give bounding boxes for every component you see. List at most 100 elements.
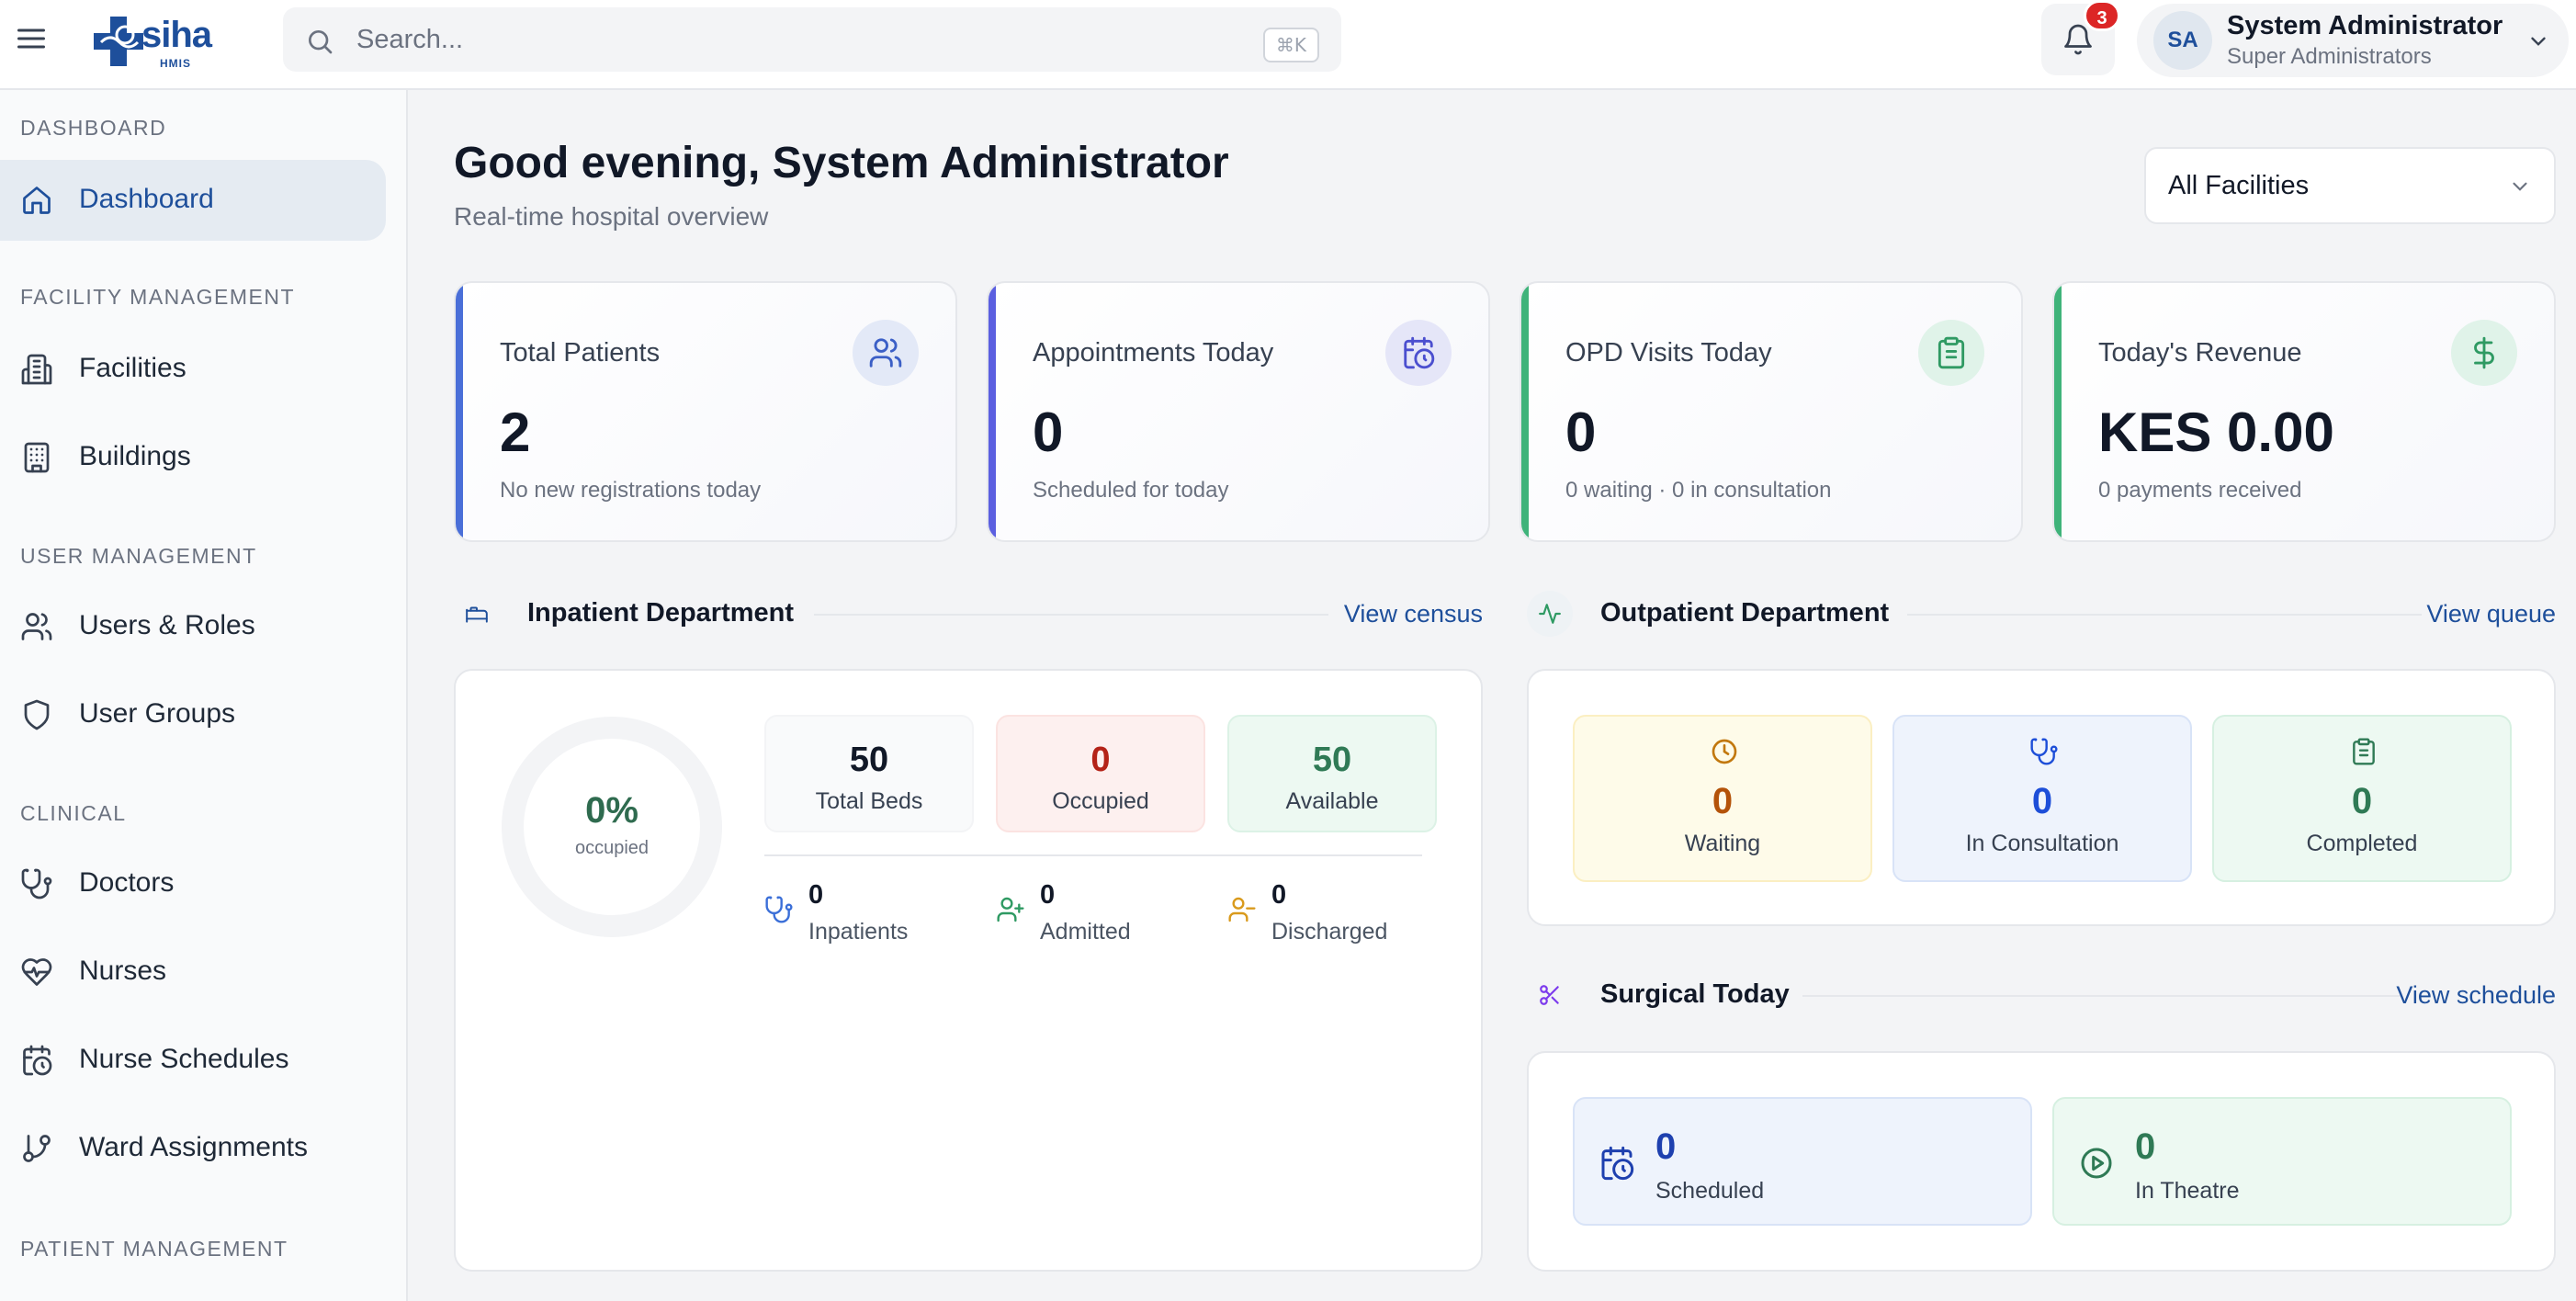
calendar-clock-icon (20, 1044, 53, 1077)
stat-label: Appointments Today (1033, 338, 1274, 368)
app-logo[interactable]: siha HMIS (92, 11, 220, 70)
chevron-down-icon (2526, 29, 2550, 53)
user-menu[interactable]: SA System Administrator Super Administra… (2137, 4, 2569, 77)
sidebar-section-patient: PATIENT MANAGEMENT (20, 1237, 288, 1261)
sidebar-item-label: Doctors (79, 867, 175, 898)
sidebar-item-buildings[interactable]: Buildings (0, 417, 386, 498)
logo-subtext: HMIS (160, 57, 191, 70)
stat-value: 0 (1271, 880, 1287, 910)
sidebar-item-users-roles[interactable]: Users & Roles (0, 586, 386, 667)
in-theatre-box[interactable]: 0 In Theatre (2052, 1097, 2512, 1226)
in-theatre-value: 0 (2135, 1126, 2156, 1167)
stat-subtext: Scheduled for today (1033, 478, 1229, 503)
search-bar[interactable]: ⌘K (283, 7, 1341, 72)
stat-card-total-patients[interactable]: Total Patients 2 No new registrations to… (454, 281, 957, 542)
occupied-beds-box: 0 Occupied (996, 715, 1205, 832)
bed-label: Total Beds (815, 788, 923, 814)
facility-filter-value: All Facilities (2168, 171, 2310, 200)
waiting-value: 0 (1712, 781, 1734, 821)
user-minus-icon (1227, 895, 1257, 924)
menu-icon[interactable] (15, 22, 48, 55)
sidebar-item-label: Ward Assignments (79, 1132, 308, 1162)
building-icon (20, 353, 53, 386)
section-title: Inpatient Department (527, 598, 795, 628)
section-title: Outpatient Department (1600, 598, 1890, 628)
top-bar: siha HMIS ⌘K 3 SA System Administrator S… (0, 0, 2576, 90)
sidebar: DASHBOARD Dashboard FACILITY MANAGEMENT … (0, 90, 408, 1301)
sidebar-item-doctors[interactable]: Doctors (0, 843, 386, 924)
users-icon (20, 610, 53, 643)
completed-box[interactable]: 0 Completed (2212, 715, 2512, 882)
sidebar-item-label: User Groups (79, 698, 236, 729)
in-consultation-label: In Consultation (1965, 831, 2119, 856)
shield-icon (20, 698, 53, 731)
sidebar-section-dashboard: DASHBOARD (20, 116, 167, 140)
admitted-stat: 0 Admitted (996, 880, 1216, 954)
waiting-label: Waiting (1684, 831, 1761, 856)
sidebar-item-nurses[interactable]: Nurses (0, 932, 386, 1013)
in-consultation-box[interactable]: 0 In Consultation (1892, 715, 2192, 882)
view-census-link[interactable]: View census (1344, 600, 1483, 628)
sidebar-section-user: USER MANAGEMENT (20, 544, 257, 568)
user-name: System Administrator (2227, 11, 2503, 40)
stat-card-opd-visits[interactable]: OPD Visits Today 0 0 waiting · 0 in cons… (1520, 281, 2023, 542)
sidebar-item-user-groups[interactable]: User Groups (0, 674, 386, 755)
stat-value: KES 0.00 (2098, 402, 2334, 463)
facility-filter-select[interactable]: All Facilities (2144, 147, 2556, 224)
occupancy-percent: 0% (585, 790, 638, 831)
sidebar-item-facilities[interactable]: Facilities (0, 329, 386, 410)
stat-value: 0 (808, 880, 824, 910)
calendar-clock-icon (1599, 1145, 1635, 1182)
stat-subtext: 0 waiting · 0 in consultation (1565, 478, 1832, 503)
inpatient-header: Inpatient Department View census (454, 591, 1483, 637)
stat-subtext: No new registrations today (500, 478, 762, 503)
logo-text: siha (141, 15, 212, 55)
view-schedule-link[interactable]: View schedule (2396, 981, 2556, 1010)
activity-icon (1527, 591, 1573, 637)
stat-card-todays-revenue[interactable]: Today's Revenue KES 0.00 0 payments rece… (2052, 281, 2556, 542)
stat-label: Today's Revenue (2098, 338, 2302, 368)
sidebar-section-facility: FACILITY MANAGEMENT (20, 285, 296, 309)
user-role: Super Administrators (2227, 44, 2432, 69)
stat-label: OPD Visits Today (1565, 338, 1772, 368)
stat-value: 0 (1040, 880, 1056, 910)
dollar-icon (2451, 320, 2517, 386)
completed-value: 0 (2351, 781, 2373, 821)
search-input[interactable] (356, 17, 1183, 62)
in-consultation-value: 0 (2031, 781, 2053, 821)
heart-pulse-icon (20, 956, 53, 989)
waiting-box[interactable]: 0 Waiting (1573, 715, 1872, 882)
stethoscope-icon (2029, 737, 2059, 766)
calendar-clock-icon (1385, 320, 1452, 386)
sidebar-item-label: Users & Roles (79, 610, 255, 640)
completed-label: Completed (2306, 831, 2418, 856)
sidebar-item-nurse-schedules[interactable]: Nurse Schedules (0, 1020, 386, 1101)
clipboard-icon (1918, 320, 1984, 386)
scheduled-box[interactable]: 0 Scheduled (1573, 1097, 2032, 1226)
view-queue-link[interactable]: View queue (2426, 600, 2556, 628)
sidebar-item-label: Facilities (79, 353, 186, 383)
notification-badge: 3 (2084, 0, 2120, 31)
page-subtitle: Real-time hospital overview (454, 202, 769, 231)
occupancy-label: occupied (574, 838, 650, 858)
avatar: SA (2153, 11, 2212, 70)
surgical-panel: 0 Scheduled 0 In Theatre (1527, 1051, 2556, 1272)
home-icon (20, 184, 53, 217)
page-title: Good evening, System Administrator (454, 139, 1229, 187)
surgical-header: Surgical Today View schedule (1527, 972, 2556, 1018)
sidebar-item-ward-assignments[interactable]: Ward Assignments (0, 1108, 386, 1189)
bed-label: Occupied (1052, 788, 1149, 814)
users-icon (853, 320, 919, 386)
in-theatre-label: In Theatre (2135, 1178, 2240, 1204)
scheduled-value: 0 (1655, 1126, 1677, 1167)
stethoscope-icon (764, 895, 794, 924)
bed-value: 50 (1312, 741, 1352, 779)
sidebar-item-dashboard[interactable]: Dashboard (0, 160, 386, 241)
stat-card-appointments-today[interactable]: Appointments Today 0 Scheduled for today (987, 281, 1490, 542)
divider (764, 854, 1422, 856)
bed-label: Available (1285, 788, 1379, 814)
search-shortcut: ⌘K (1262, 28, 1319, 62)
play-circle-icon (2078, 1145, 2115, 1182)
stethoscope-icon (20, 867, 53, 900)
inpatient-panel: 0% occupied 50 Total Beds 0 Occupied 50 … (454, 669, 1483, 1272)
